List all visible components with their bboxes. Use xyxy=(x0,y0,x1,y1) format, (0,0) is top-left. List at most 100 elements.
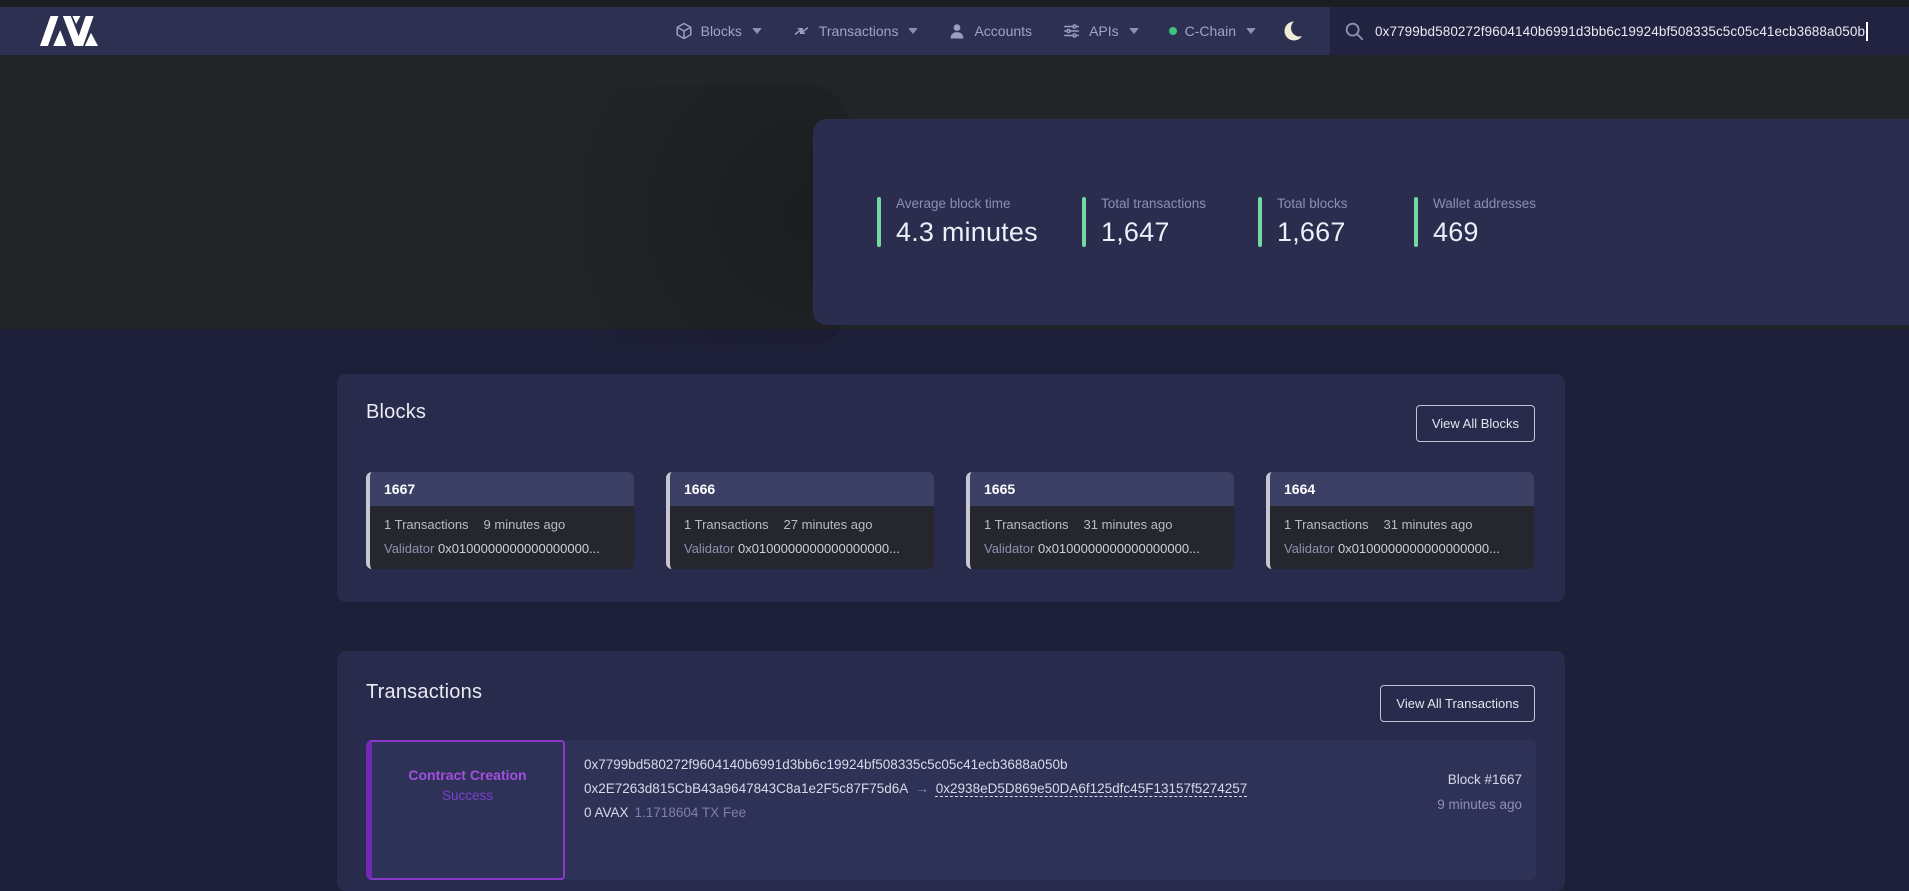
view-all-blocks-button[interactable]: View All Blocks xyxy=(1416,405,1535,442)
chevron-down-icon xyxy=(908,28,918,34)
stat-label: Wallet addresses xyxy=(1433,196,1536,211)
stat-accent-bar xyxy=(1414,197,1418,247)
avalanche-logo[interactable] xyxy=(40,14,98,48)
block-tx-count: 1 Transactions xyxy=(684,517,769,532)
search-value: 0x7799bd580272f9604140b6991d3bb6c19924bf… xyxy=(1375,24,1865,39)
blocks-section-title: Blocks xyxy=(366,401,426,424)
moon-icon xyxy=(1282,18,1308,44)
stat-wallet-addresses: Wallet addresses 469 xyxy=(1414,196,1536,248)
validator-label: Validator xyxy=(1284,541,1334,556)
arrow-right-icon: → xyxy=(915,781,929,796)
block-card-body: 1 Transactions 9 minutes ago Validator 0… xyxy=(370,506,634,569)
transaction-hash-link[interactable]: 0x7799bd580272f9604140b6991d3bb6c19924bf… xyxy=(584,757,1316,772)
nav-item-apis[interactable]: APIs xyxy=(1062,22,1139,40)
validator-label: Validator xyxy=(684,541,734,556)
search-icon xyxy=(1343,20,1365,42)
nav-item-label: Accounts xyxy=(974,23,1032,39)
nav-item-label: Transactions xyxy=(819,23,899,39)
block-card-body: 1 Transactions 31 minutes ago Validator … xyxy=(970,506,1234,569)
nav-item-chain-selector[interactable]: C-Chain xyxy=(1169,23,1256,39)
transaction-row[interactable]: Contract Creation Success 0x7799bd580272… xyxy=(366,740,1536,880)
stat-value: 469 xyxy=(1433,217,1536,248)
block-time-ago: 9 minutes ago xyxy=(484,517,566,532)
chain-status-dot-icon xyxy=(1169,27,1177,35)
blocks-section-header: Blocks View All Blocks xyxy=(337,374,1565,442)
nav-item-transactions[interactable]: Transactions xyxy=(792,22,919,40)
chevron-down-icon xyxy=(1246,28,1256,34)
transaction-meta: Block #1667 9 minutes ago xyxy=(1316,740,1536,880)
block-tx-count: 1 Transactions xyxy=(1284,517,1369,532)
nav-item-accounts[interactable]: Accounts xyxy=(948,22,1032,40)
top-window-strip xyxy=(0,0,1909,7)
hero-banner: Average block time 4.3 minutes Total tra… xyxy=(0,55,1909,329)
validator-address: 0x0100000000000000000... xyxy=(1338,541,1500,556)
stat-value: 4.3 minutes xyxy=(896,217,1038,248)
transactions-section-title: Transactions xyxy=(366,681,482,704)
validator-address: 0x0100000000000000000... xyxy=(738,541,900,556)
stat-value: 1,667 xyxy=(1277,217,1348,248)
nav-item-label: C-Chain xyxy=(1185,23,1236,39)
transaction-amount: 0 AVAX xyxy=(584,805,629,820)
nav-item-blocks[interactable]: Blocks xyxy=(675,22,762,40)
block-number: 1667 xyxy=(384,481,415,497)
transaction-status-badge: Success xyxy=(442,788,493,803)
nav-item-label: APIs xyxy=(1089,23,1119,39)
block-card-header: 1664 xyxy=(1270,472,1534,506)
stat-label: Total transactions xyxy=(1101,196,1206,211)
dark-mode-toggle[interactable] xyxy=(1282,18,1308,44)
block-number: 1666 xyxy=(684,481,715,497)
block-tx-count: 1 Transactions xyxy=(984,517,1069,532)
nav-item-label: Blocks xyxy=(701,23,742,39)
stat-average-block-time: Average block time 4.3 minutes xyxy=(877,196,1082,248)
block-card-body: 1 Transactions 31 minutes ago Validator … xyxy=(1270,506,1534,569)
transaction-details: 0x7799bd580272f9604140b6991d3bb6c19924bf… xyxy=(565,740,1316,880)
sliders-icon xyxy=(1062,22,1081,40)
validator-label: Validator xyxy=(384,541,434,556)
stat-total-blocks: Total blocks 1,667 xyxy=(1258,196,1414,248)
stat-label: Average block time xyxy=(896,196,1038,211)
stat-value: 1,647 xyxy=(1101,217,1206,248)
block-time-ago: 27 minutes ago xyxy=(784,517,873,532)
stat-accent-bar xyxy=(1258,197,1262,247)
transaction-type: Contract Creation xyxy=(408,767,526,783)
text-caret xyxy=(1866,22,1868,41)
block-card-header: 1667 xyxy=(370,472,634,506)
search-input[interactable]: 0x7799bd580272f9604140b6991d3bb6c19924bf… xyxy=(1330,7,1909,55)
stat-total-transactions: Total transactions 1,647 xyxy=(1082,196,1258,248)
stat-label: Total blocks xyxy=(1277,196,1348,211)
stat-accent-bar xyxy=(1082,197,1086,247)
block-card[interactable]: 1664 1 Transactions 31 minutes ago Valid… xyxy=(1266,472,1534,569)
transaction-to-address-link[interactable]: 0x2938eD5D869e50DA6f125dfc45F13157f52742… xyxy=(936,781,1248,796)
avalanche-logo-icon xyxy=(40,14,98,48)
transaction-time-ago: 9 minutes ago xyxy=(1316,797,1522,812)
block-number: 1664 xyxy=(1284,481,1315,497)
view-all-transactions-button[interactable]: View All Transactions xyxy=(1380,685,1535,722)
block-number: 1665 xyxy=(984,481,1015,497)
transaction-fee: 1.1718604 TX Fee xyxy=(635,805,747,820)
validator-address: 0x0100000000000000000... xyxy=(438,541,600,556)
blocks-section: Blocks View All Blocks 1667 1 Transactio… xyxy=(337,374,1565,602)
navbar: Blocks Transactions Accounts APIs xyxy=(0,7,1909,55)
transaction-block-link[interactable]: Block #1667 xyxy=(1316,772,1522,787)
transaction-type-box: Contract Creation Success xyxy=(366,740,565,880)
arrows-icon xyxy=(792,22,811,40)
cube-icon xyxy=(675,22,693,40)
block-time-ago: 31 minutes ago xyxy=(1084,517,1173,532)
validator-address: 0x0100000000000000000... xyxy=(1038,541,1200,556)
block-time-ago: 31 minutes ago xyxy=(1384,517,1473,532)
stat-accent-bar xyxy=(877,197,881,247)
block-cards-row: 1667 1 Transactions 9 minutes ago Valida… xyxy=(337,472,1565,569)
transaction-from-address[interactable]: 0x2E7263d815CbB43a9647843C8a1e2F5c87F75d… xyxy=(584,781,908,796)
person-icon xyxy=(948,22,966,40)
block-card[interactable]: 1667 1 Transactions 9 minutes ago Valida… xyxy=(366,472,634,569)
chevron-down-icon xyxy=(752,28,762,34)
block-card-header: 1666 xyxy=(670,472,934,506)
block-tx-count: 1 Transactions xyxy=(384,517,469,532)
block-card-header: 1665 xyxy=(970,472,1234,506)
stats-panel: Average block time 4.3 minutes Total tra… xyxy=(813,119,1909,325)
nav-menu: Blocks Transactions Accounts APIs xyxy=(675,22,1256,40)
block-card[interactable]: 1665 1 Transactions 31 minutes ago Valid… xyxy=(966,472,1234,569)
block-card[interactable]: 1666 1 Transactions 27 minutes ago Valid… xyxy=(666,472,934,569)
transactions-section-header: Transactions View All Transactions xyxy=(337,651,1565,722)
chevron-down-icon xyxy=(1129,28,1139,34)
